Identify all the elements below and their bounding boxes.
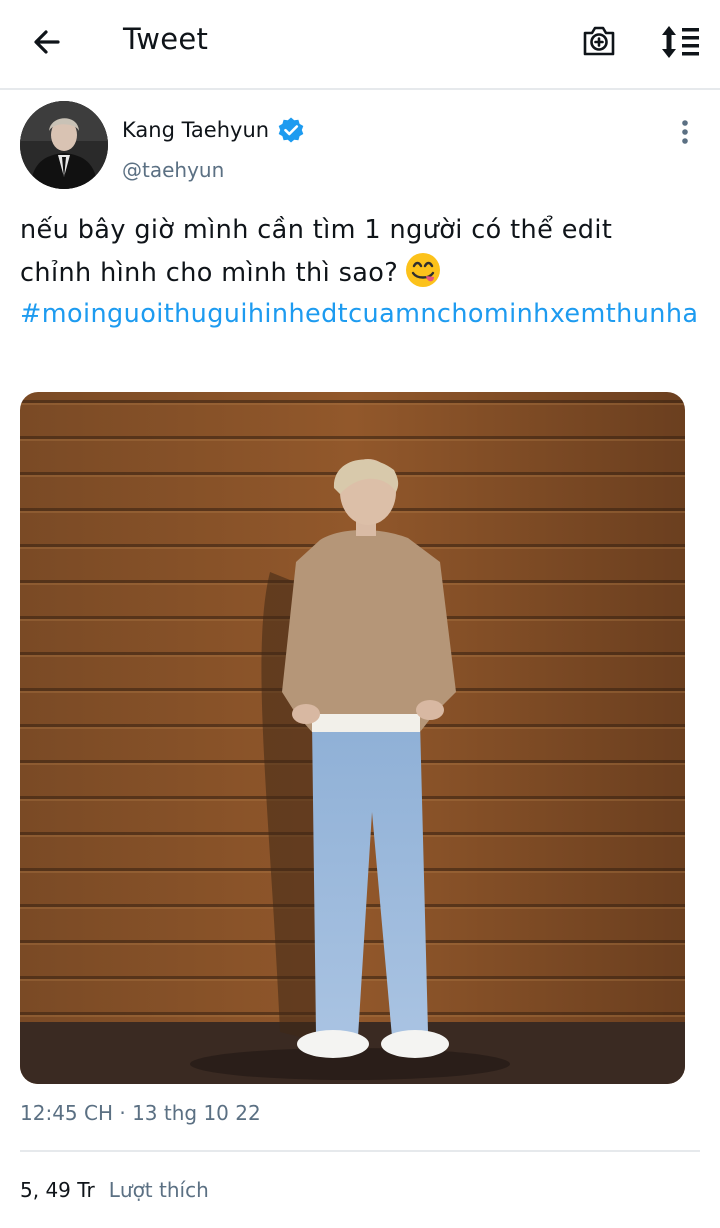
divider (20, 1150, 700, 1152)
tweet-timestamp: 12:45 CH · 13 thg 10 22 (20, 1101, 261, 1125)
top-app-bar: Tweet (0, 0, 720, 90)
sort-icon (662, 26, 699, 58)
tweet-text-line: chỉnh hình cho mình thì sao? (20, 258, 399, 288)
page-title: Tweet (123, 22, 209, 56)
face-savoring-food-emoji (406, 253, 441, 287)
plank-line (20, 436, 685, 439)
plank-highlight (20, 439, 685, 441)
author-name-row[interactable]: Kang Taehyun (122, 116, 305, 144)
more-vertical-icon (682, 120, 688, 144)
tweet-text-line: nếu bây giờ mình cần tìm 1 người có thể … (20, 215, 613, 245)
author-name: Kang Taehyun (122, 118, 270, 142)
tweet-text: nếu bây giờ mình cần tìm 1 người có thể … (20, 210, 700, 335)
photo-image (20, 392, 685, 1084)
likes-label: Lượt thích (108, 1178, 209, 1202)
verified-badge-icon (278, 117, 304, 143)
tweet-photo[interactable] (20, 392, 685, 1084)
more-options-button[interactable] (672, 118, 698, 148)
profile-photo (20, 101, 108, 189)
plank-highlight (20, 403, 685, 405)
plank-line (20, 400, 685, 403)
hashtag-link[interactable]: #moinguoithuguihinhedtcuamnchominhxemthu… (20, 299, 698, 329)
sort-button[interactable] (658, 22, 702, 62)
camera-button[interactable] (579, 20, 619, 60)
likes-row[interactable]: 5, 49 Tr Lượt thích (20, 1178, 209, 1202)
likes-count: 5, 49 Tr (20, 1178, 95, 1202)
camera-plus-icon (583, 26, 615, 56)
back-button[interactable] (28, 22, 68, 62)
author-handle[interactable]: @taehyun (122, 158, 224, 182)
tweet-text-line-2: chỉnh hình cho mình thì sao? (20, 251, 700, 294)
avatar[interactable] (20, 101, 108, 189)
arrow-left-icon (34, 30, 60, 54)
